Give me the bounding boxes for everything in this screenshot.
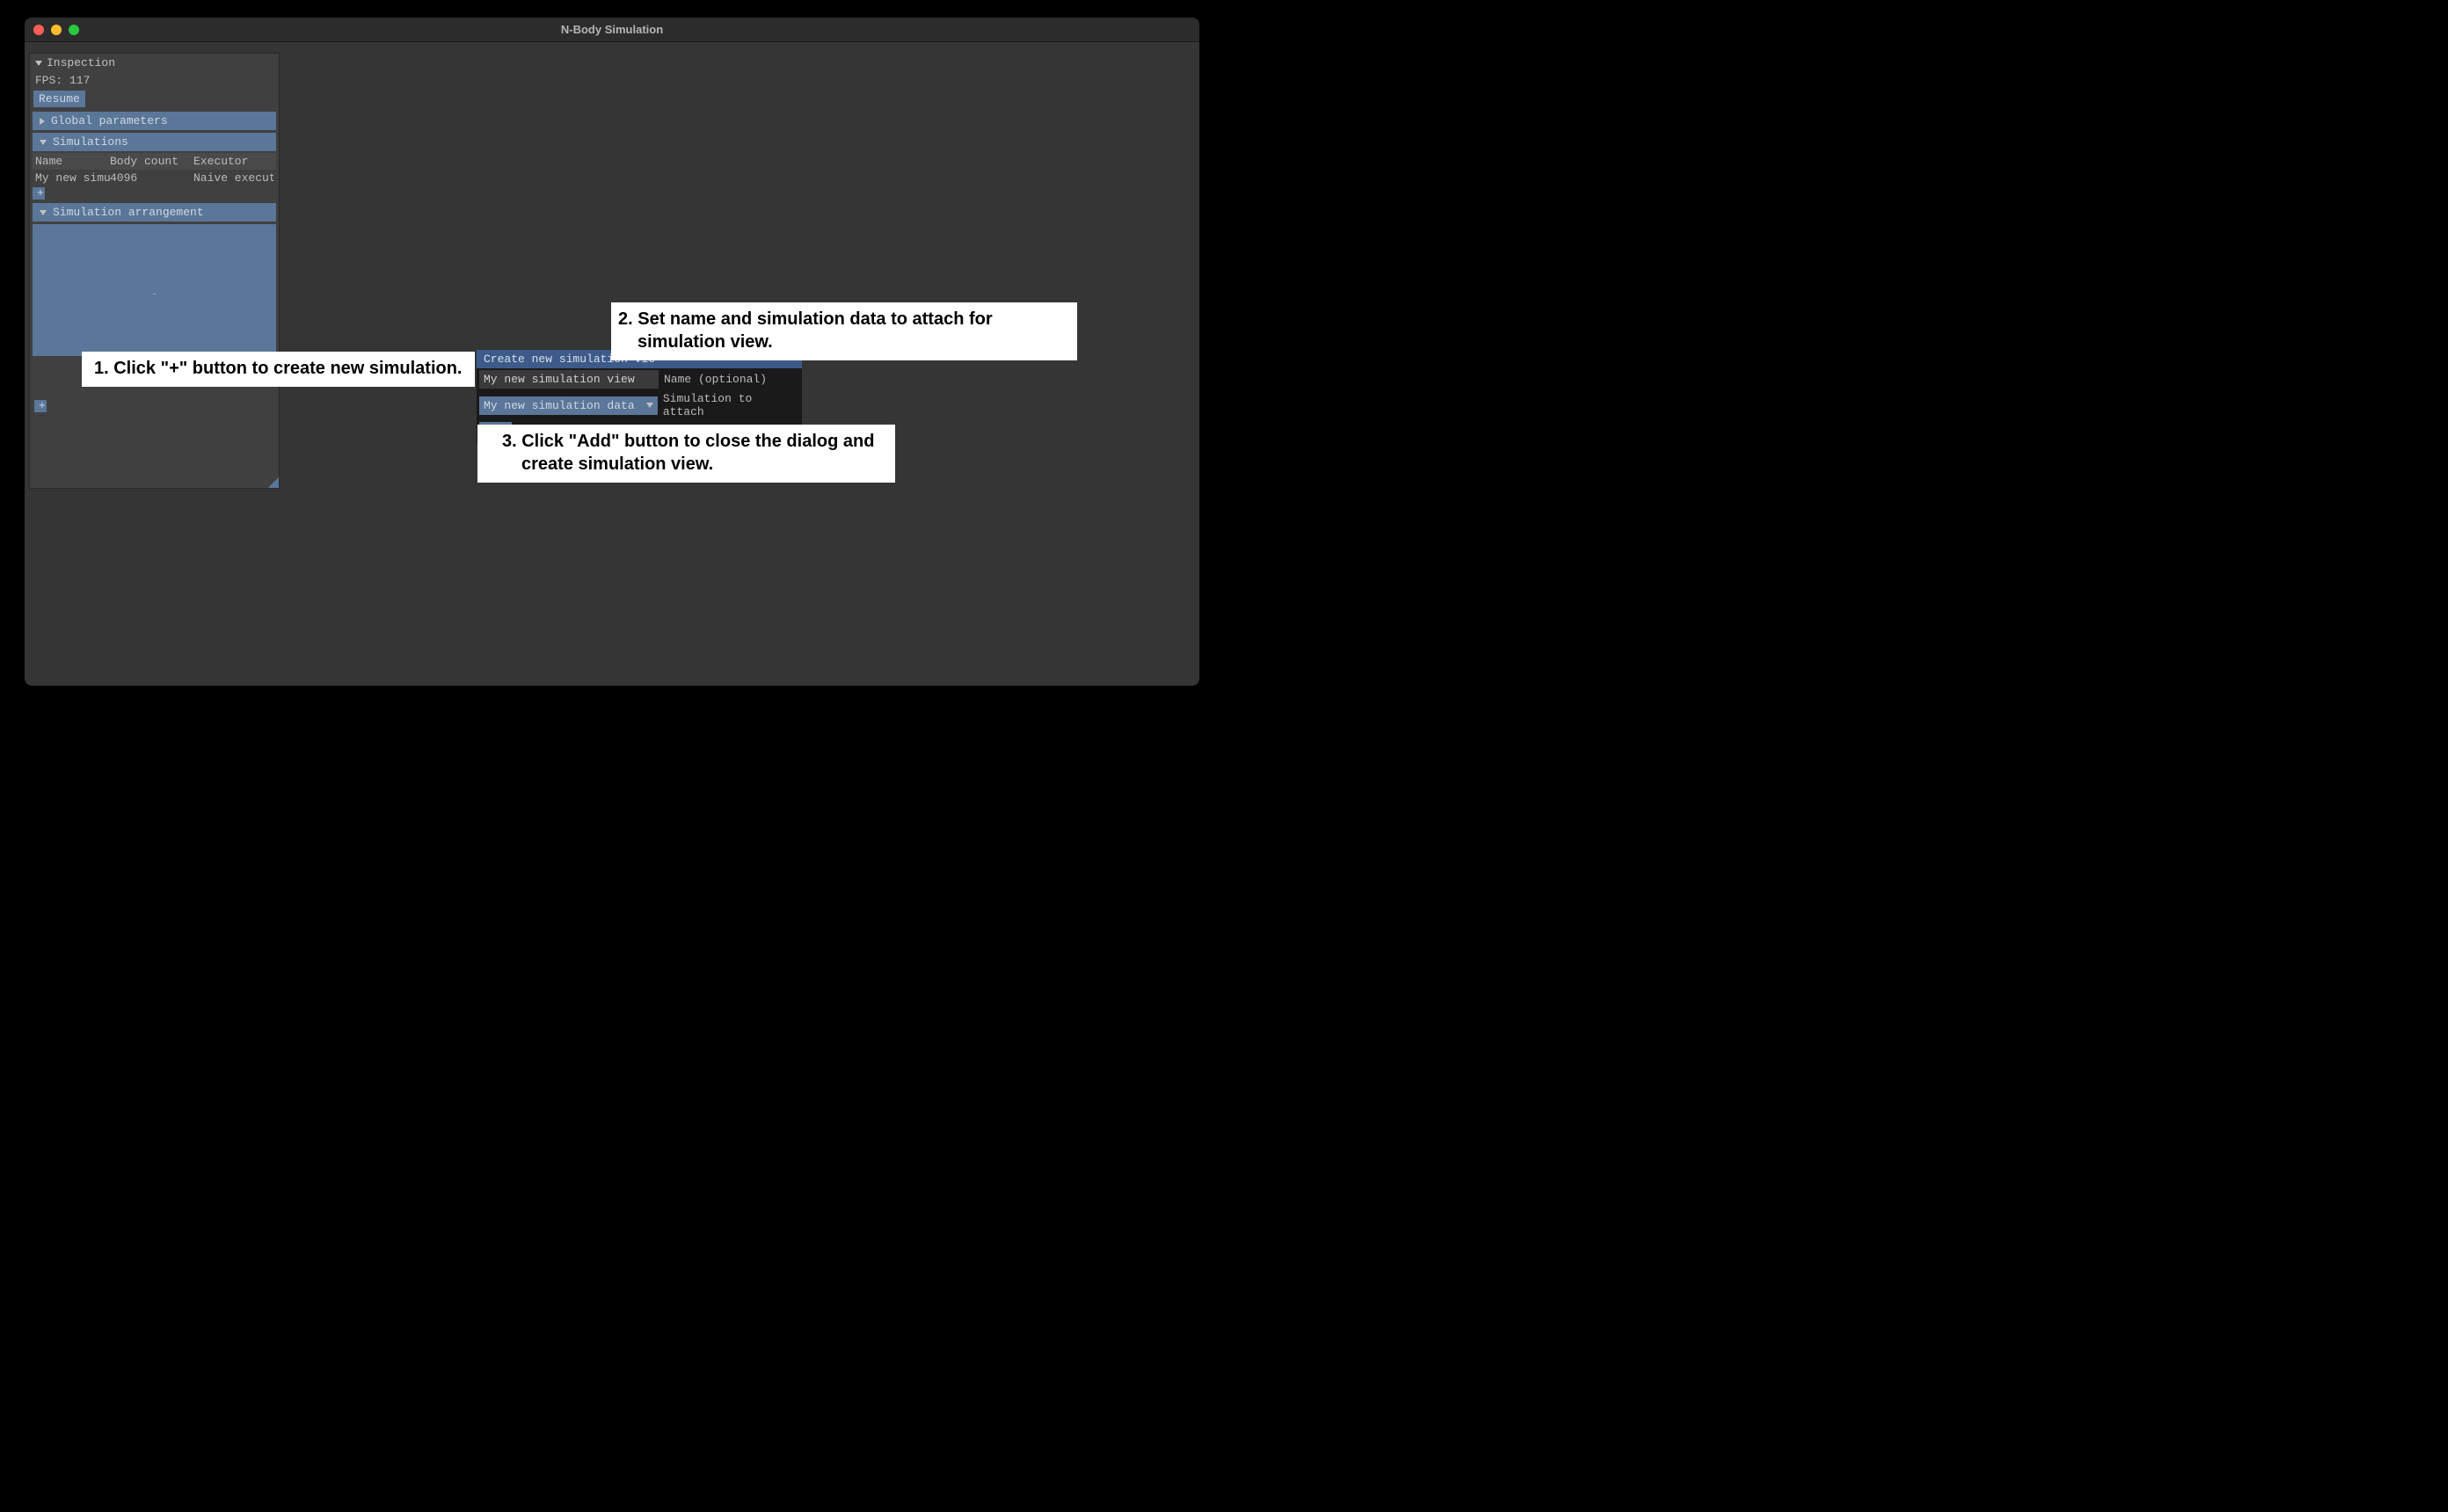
dialog-name-row: Name (optional) bbox=[477, 368, 802, 390]
window-title: N-Body Simulation bbox=[561, 23, 663, 36]
resume-button[interactable]: Resume bbox=[33, 91, 85, 107]
minimize-button[interactable] bbox=[51, 25, 62, 35]
dropdown-icon bbox=[646, 403, 653, 408]
annotation-step-1: 1. Click "+" button to create new simula… bbox=[82, 352, 475, 387]
column-executor: Executor bbox=[193, 155, 273, 168]
name-input[interactable] bbox=[479, 370, 659, 389]
arrangement-label: Simulation arrangement bbox=[53, 206, 204, 219]
collapse-icon bbox=[35, 61, 42, 66]
fps-display: FPS: 117 bbox=[30, 72, 279, 89]
arrangement-area[interactable] bbox=[33, 224, 276, 356]
table-row[interactable]: My new simul 4096 Naive execut bbox=[33, 170, 276, 186]
traffic-lights bbox=[33, 25, 79, 35]
inspection-panel: Inspection FPS: 117 Resume Global parame… bbox=[29, 53, 280, 489]
resize-handle[interactable] bbox=[268, 477, 279, 488]
add-simulation-button[interactable]: + bbox=[33, 187, 45, 200]
inspection-title: Inspection bbox=[47, 56, 115, 69]
global-parameters-header[interactable]: Global parameters bbox=[33, 112, 276, 130]
simulations-header[interactable]: Simulations bbox=[33, 133, 276, 151]
simulation-select[interactable]: My new simulation data bbox=[479, 396, 658, 415]
row-executor: Naive execut bbox=[193, 171, 273, 185]
inspection-header[interactable]: Inspection bbox=[30, 54, 279, 72]
add-arrangement-button[interactable]: + bbox=[34, 400, 47, 412]
titlebar: N-Body Simulation bbox=[25, 18, 1199, 42]
annotation-step-2: 2. Set name and simulation data to attac… bbox=[611, 302, 1077, 360]
maximize-button[interactable] bbox=[69, 25, 79, 35]
global-parameters-label: Global parameters bbox=[51, 114, 168, 127]
simulations-table-header: Name Body count Executor bbox=[33, 153, 276, 170]
collapse-icon bbox=[40, 210, 47, 215]
row-body-count: 4096 bbox=[110, 171, 193, 185]
name-label: Name (optional) bbox=[664, 373, 767, 386]
annotation-step-3: 3. Click "Add" button to close the dialo… bbox=[477, 425, 895, 483]
arrangement-header[interactable]: Simulation arrangement bbox=[33, 203, 276, 222]
column-name: Name bbox=[35, 155, 110, 168]
select-value: My new simulation data bbox=[484, 399, 635, 412]
collapse-icon bbox=[40, 140, 47, 145]
simulations-label: Simulations bbox=[53, 135, 128, 149]
expand-icon bbox=[40, 118, 45, 125]
close-button[interactable] bbox=[33, 25, 44, 35]
simulation-label: Simulation to attach bbox=[663, 392, 799, 418]
dialog-simulation-row: My new simulation data Simulation to att… bbox=[477, 390, 802, 420]
row-name: My new simul bbox=[35, 171, 110, 185]
column-body-count: Body count bbox=[110, 155, 193, 168]
